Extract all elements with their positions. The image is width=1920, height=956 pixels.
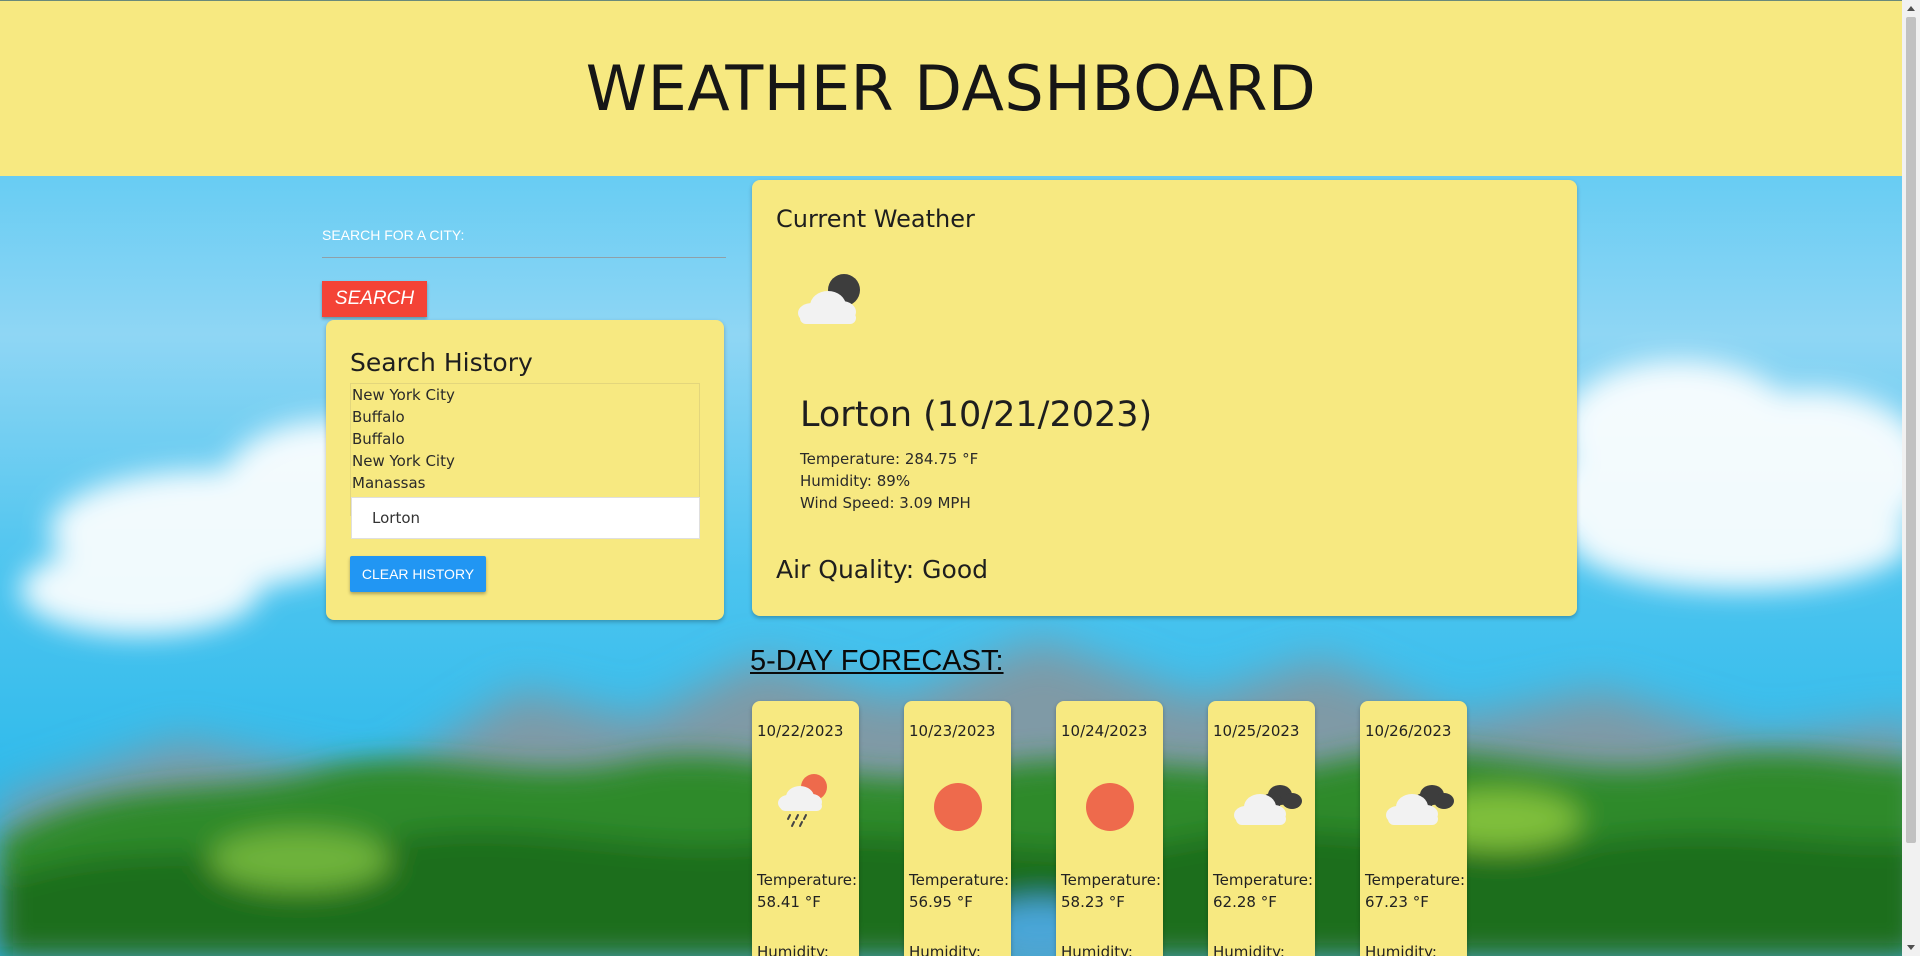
history-item[interactable]: Manassas <box>351 472 699 494</box>
forecast-temp-value: 58.41 °F <box>757 893 821 911</box>
current-weather-card: Current Weather Lorton (10/21/2023) Temp… <box>752 180 1577 616</box>
forecast-card: 10/26/2023 Temperature: 67.23 °F Humidit… <box>1360 701 1467 956</box>
history-item[interactable]: New York City <box>351 384 699 406</box>
forecast-date: 10/22/2023 <box>757 722 844 740</box>
scroll-down-icon[interactable] <box>1907 945 1915 950</box>
forecast-humidity-label: Humidity: <box>757 943 829 956</box>
forecast-humidity-label: Humidity: <box>909 943 981 956</box>
forecast-humidity-label: Humidity: <box>1061 943 1133 956</box>
search-history-list[interactable]: New York City Buffalo Buffalo New York C… <box>350 383 700 539</box>
forecast-card: 10/22/2023 Temperature: 58.41 °F Humidit… <box>752 701 859 956</box>
search-label: SEARCH FOR A CITY: <box>322 227 465 243</box>
forecast-temp-value: 67.23 °F <box>1365 893 1429 911</box>
sun-icon <box>934 783 982 831</box>
forecast-card: 10/23/2023 Temperature: 56.95 °F Humidit… <box>904 701 1011 956</box>
current-wind-speed: Wind Speed: 3.09 MPH <box>800 494 971 512</box>
current-humidity: Humidity: 89% <box>800 472 911 490</box>
search-history-title: Search History <box>350 348 533 377</box>
overcast-cloud-icon <box>1234 785 1302 825</box>
vertical-scrollbar[interactable] <box>1902 0 1920 956</box>
air-quality: Air Quality: Good <box>776 555 988 584</box>
overcast-cloud-icon <box>1386 785 1454 825</box>
history-item-selected[interactable]: Lorton <box>351 497 700 539</box>
forecast-card: 10/24/2023 Temperature: 58.23 °F Humidit… <box>1056 701 1163 956</box>
forecast-title: 5-DAY FORECAST: <box>750 645 1004 677</box>
forecast-temp-value: 56.95 °F <box>909 893 973 911</box>
forecast-date: 10/24/2023 <box>1061 722 1148 740</box>
partly-cloudy-night-icon <box>798 274 860 324</box>
search-button[interactable]: SEARCH <box>322 281 427 317</box>
forecast-date: 10/26/2023 <box>1365 722 1452 740</box>
page-title: WEATHER DASHBOARD <box>585 52 1317 125</box>
sun-icon <box>1086 783 1134 831</box>
history-item[interactable]: New York City <box>351 450 699 472</box>
forecast-temp-label: Temperature: <box>757 871 858 889</box>
forecast-humidity-label: Humidity: <box>1365 943 1437 956</box>
search-history-card: Search History New York City Buffalo Buf… <box>326 320 724 620</box>
rain-sun-icon <box>778 774 827 827</box>
forecast-temp-label: Temperature: <box>1365 871 1466 889</box>
forecast-temp-label: Temperature: <box>909 871 1010 889</box>
forecast-temp-value: 58.23 °F <box>1061 893 1125 911</box>
forecast-date: 10/25/2023 <box>1213 722 1300 740</box>
clear-history-button[interactable]: CLEAR HISTORY <box>350 556 486 592</box>
forecast-date: 10/23/2023 <box>909 722 996 740</box>
scroll-up-icon[interactable] <box>1907 6 1915 11</box>
forecast-humidity-label: Humidity: <box>1213 943 1285 956</box>
forecast-temp-label: Temperature: <box>1213 871 1314 889</box>
history-item[interactable]: Buffalo <box>351 406 699 428</box>
city-search-input[interactable] <box>322 248 726 258</box>
current-temperature: Temperature: 284.75 °F <box>800 450 979 468</box>
forecast-card: 10/25/2023 Temperature: 62.28 °F Humidit… <box>1208 701 1315 956</box>
current-weather-title: Current Weather <box>776 205 975 233</box>
current-city-date: Lorton (10/21/2023) <box>800 395 1153 435</box>
history-item[interactable]: Buffalo <box>351 428 699 450</box>
forecast-temp-value: 62.28 °F <box>1213 893 1277 911</box>
forecast-temp-label: Temperature: <box>1061 871 1162 889</box>
page-header: WEATHER DASHBOARD <box>0 0 1902 176</box>
scrollbar-thumb[interactable] <box>1906 17 1916 843</box>
